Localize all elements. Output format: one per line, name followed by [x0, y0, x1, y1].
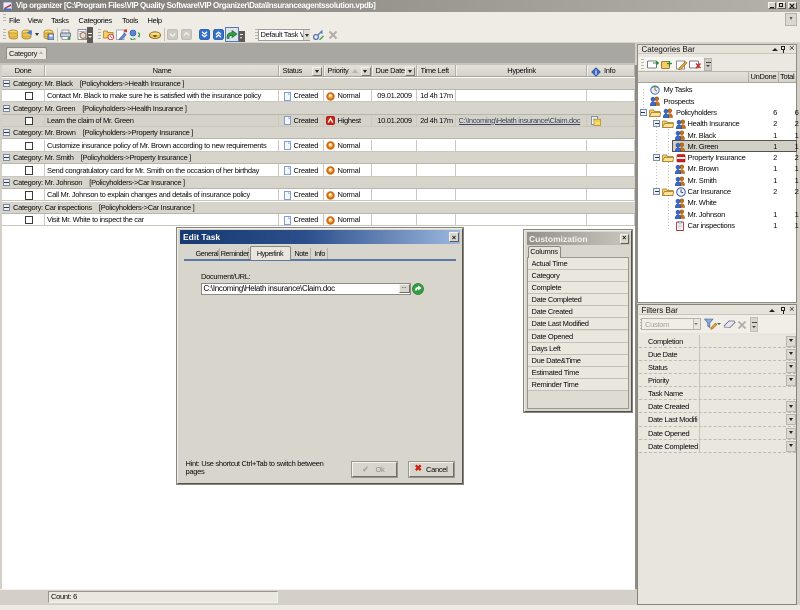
svg-text:i: i — [595, 68, 597, 76]
